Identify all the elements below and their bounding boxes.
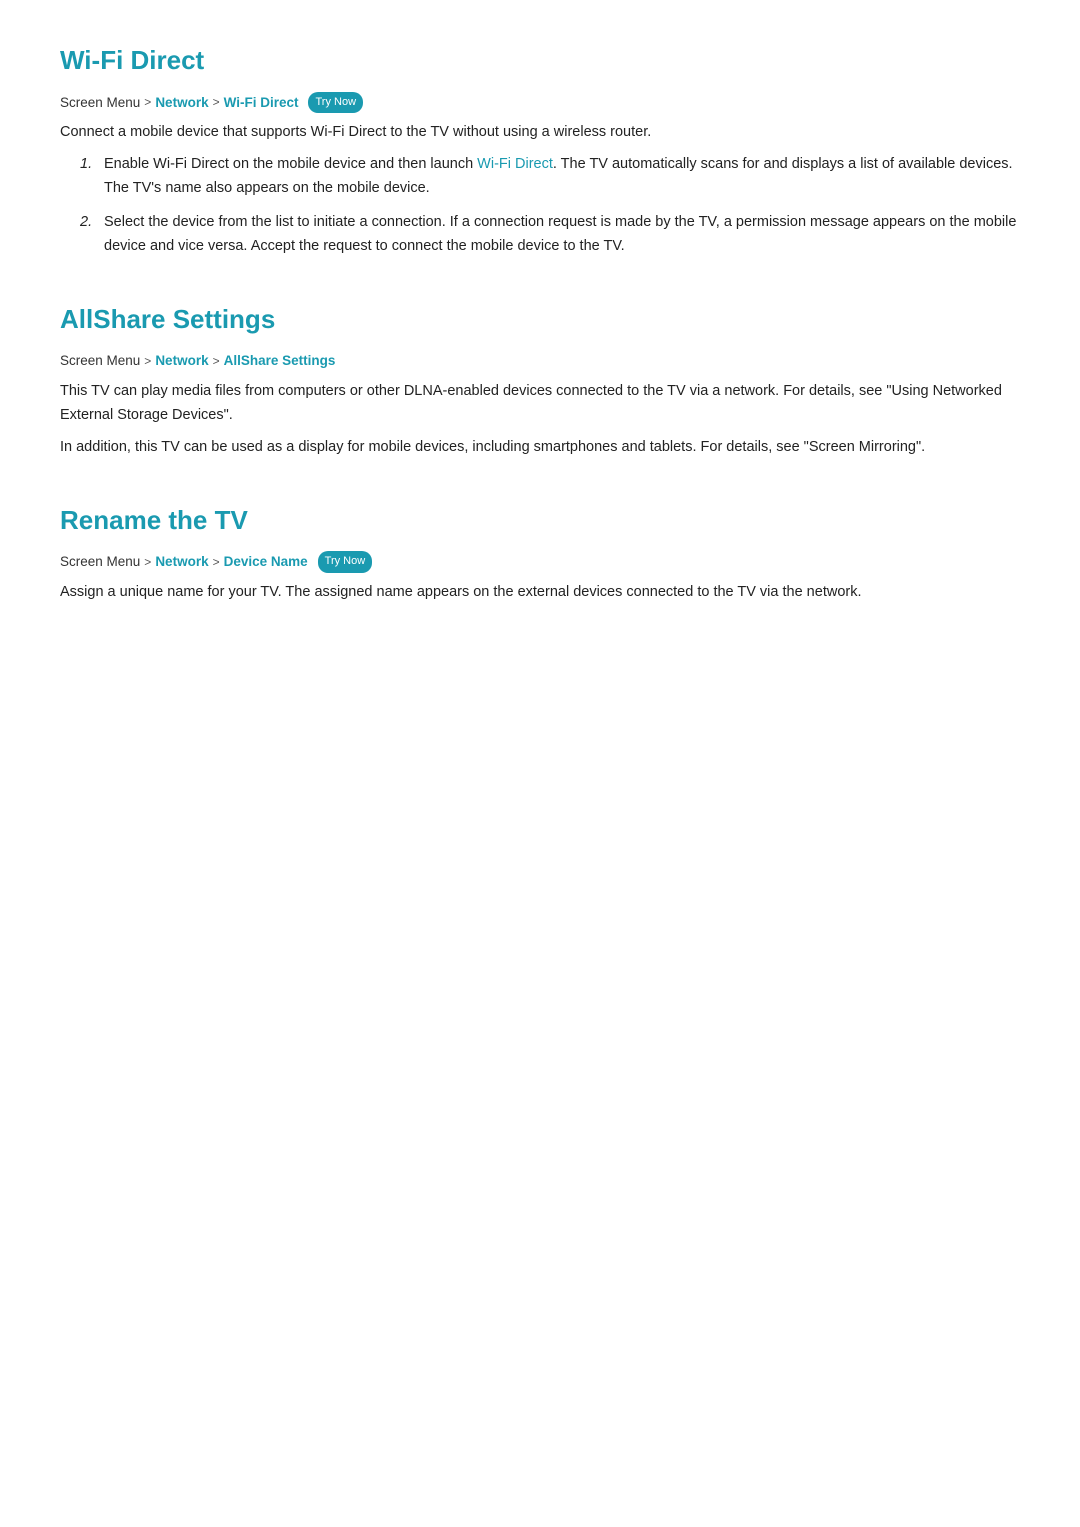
try-now-badge-wifidirect[interactable]: Try Now [308,92,363,114]
allshare-title: AllShare Settings [60,299,1020,341]
breadcrumb-sep1: > [144,553,151,572]
wifidirect-steps: 1. Enable Wi-Fi Direct on the mobile dev… [80,153,1020,259]
breadcrumb-prefix: Screen Menu [60,551,140,573]
breadcrumb-prefix: Screen Menu [60,92,140,114]
breadcrumb-prefix: Screen Menu [60,350,140,372]
list-num-2: 2. [80,211,92,235]
breadcrumb-network-link[interactable]: Network [155,350,208,372]
renametv-breadcrumb: Screen Menu > Network > Device Name Try … [60,551,1020,573]
step1-before: Enable Wi-Fi Direct on the mobile device… [104,156,477,172]
allshare-breadcrumb: Screen Menu > Network > AllShare Setting… [60,350,1020,372]
breadcrumb-network-link[interactable]: Network [155,551,208,573]
breadcrumb-sep2: > [213,352,220,371]
wifidirect-intro: Connect a mobile device that supports Wi… [60,121,1020,145]
breadcrumb-sep1: > [144,352,151,371]
list-num-1: 1. [80,153,92,177]
try-now-badge-renametv[interactable]: Try Now [318,551,373,573]
breadcrumb-network-link[interactable]: Network [155,92,208,114]
allshare-para2: In addition, this TV can be used as a di… [60,436,1020,460]
step1-text: Enable Wi-Fi Direct on the mobile device… [104,156,1013,196]
renametv-paragraph: Assign a unique name for your TV. The as… [60,581,1020,605]
breadcrumb-allshare-link[interactable]: AllShare Settings [224,350,336,372]
wifidirect-title: Wi-Fi Direct [60,40,1020,82]
breadcrumb-wifidirect-link[interactable]: Wi-Fi Direct [224,92,299,114]
breadcrumb-devicename-link[interactable]: Device Name [224,551,308,573]
wifidirect-inline-link[interactable]: Wi-Fi Direct [477,156,553,172]
wifidirect-breadcrumb: Screen Menu > Network > Wi-Fi Direct Try… [60,92,1020,114]
wifidirect-section: Wi-Fi Direct Screen Menu > Network > Wi-… [60,40,1020,259]
step2-text: Select the device from the list to initi… [104,214,1016,254]
renametv-title: Rename the TV [60,500,1020,542]
list-item: 2. Select the device from the list to in… [80,211,1020,259]
breadcrumb-sep1: > [144,93,151,112]
breadcrumb-sep2: > [213,553,220,572]
allshare-para1: This TV can play media files from comput… [60,380,1020,428]
allshare-section: AllShare Settings Screen Menu > Network … [60,299,1020,460]
breadcrumb-sep2: > [213,93,220,112]
renametv-section: Rename the TV Screen Menu > Network > De… [60,500,1020,605]
list-item: 1. Enable Wi-Fi Direct on the mobile dev… [80,153,1020,201]
